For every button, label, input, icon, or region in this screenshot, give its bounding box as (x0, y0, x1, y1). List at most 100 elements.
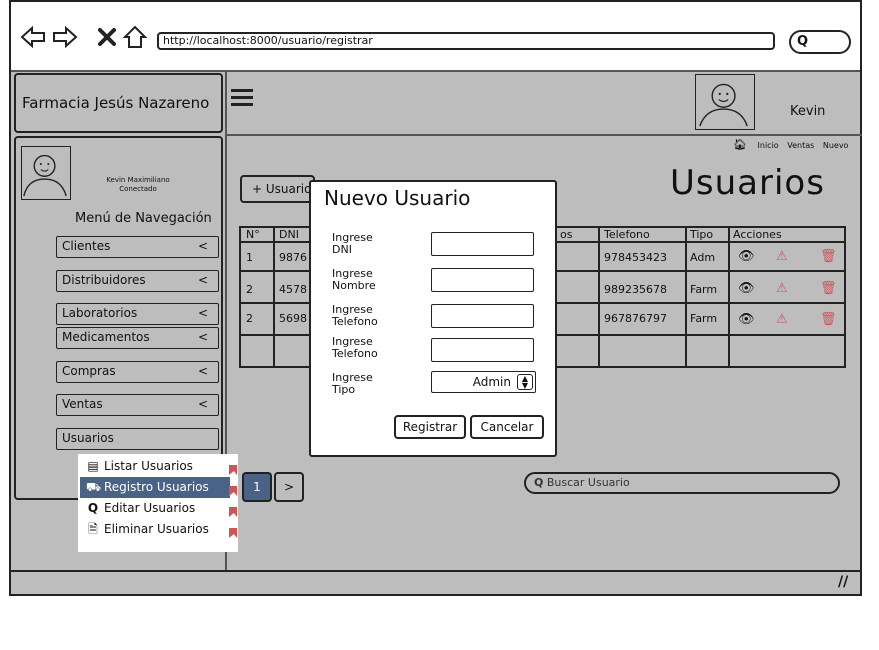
chevron-left-icon: < (197, 273, 208, 287)
submenu-listar-usuarios[interactable]: ▤ Listar Usuarios (80, 456, 230, 477)
nombre-input[interactable] (431, 268, 534, 292)
sidebar-item-compras[interactable]: Compras < (56, 361, 219, 383)
stop-x-icon[interactable] (94, 24, 120, 50)
browser-search-button[interactable]: Q (789, 30, 851, 54)
submenu-label: Editar Usuarios (104, 501, 196, 515)
telefono-label: Ingrese Telefono (332, 304, 378, 328)
submenu-editar-usuarios[interactable]: Q Editar Usuarios (80, 498, 230, 519)
column-header-acciones[interactable]: Acciones (733, 228, 782, 241)
page-title: Usuarios (670, 163, 825, 203)
select-arrows-icon: ▲ ▼ (517, 374, 533, 390)
cell-n: 2 (246, 283, 253, 296)
search-placeholder: Buscar Usuario (546, 476, 630, 489)
cell-tipo: Farm (690, 312, 718, 325)
submenu-label: Registro Usuarios (104, 480, 209, 494)
sidebar-item-ventas[interactable]: Ventas < (56, 394, 219, 416)
dni-input[interactable] (431, 232, 534, 256)
sidebar-item-label: Clientes (62, 239, 111, 253)
status-bar (11, 570, 860, 594)
tipo-select[interactable]: Admin ▲ ▼ (431, 371, 536, 393)
edit-warning-icon[interactable]: ⚠ (776, 281, 788, 296)
register-button[interactable]: Registrar (394, 415, 466, 439)
search-icon: Q (87, 501, 99, 515)
header-username[interactable]: Kevin (790, 104, 825, 119)
cell-dni: 4578 (279, 283, 307, 296)
sidebar-user: Kevin Maximiliano Conectado (78, 176, 198, 194)
submenu-label: Eliminar Usuarios (104, 522, 209, 536)
cart-icon: ⛟ (86, 480, 102, 494)
list-icon: ▤ (87, 459, 99, 473)
sidebar-item-laboratorios[interactable]: Laboratorios < (56, 303, 219, 325)
sidebar-item-distribuidores[interactable]: Distribuidores < (56, 270, 219, 292)
sidebar-item-label: Medicamentos (62, 330, 150, 344)
table-divider (685, 226, 687, 368)
dni-label: Ingrese DNI (332, 232, 373, 256)
sidebar-avatar (21, 146, 71, 200)
cell-tipo: Adm (690, 251, 716, 264)
telefono2-input[interactable] (431, 338, 534, 362)
tipo-selected-value: Admin (472, 375, 511, 389)
sidebar-item-clientes[interactable]: Clientes < (56, 236, 219, 258)
view-eye-icon[interactable]: 👁︎ (738, 312, 755, 327)
url-bar[interactable]: http://localhost:8000/usuario/registrar (157, 32, 775, 50)
sidebar-item-label: Usuarios (62, 431, 114, 445)
cancel-button[interactable]: Cancelar (470, 415, 544, 439)
user-search-input[interactable]: Q Buscar Usuario (524, 472, 840, 494)
chevron-left-icon: < (197, 397, 208, 411)
search-icon: Q (797, 34, 809, 49)
add-user-button[interactable]: + Usuario (240, 175, 315, 203)
cell-telefono: 967876797 (604, 312, 667, 325)
resize-grip-icon[interactable]: // (838, 574, 848, 590)
column-header-dni[interactable]: DNI (279, 228, 299, 241)
cell-n: 2 (246, 312, 253, 325)
breadcrumb-ventas[interactable]: Ventas (787, 141, 814, 150)
forward-arrow-icon[interactable] (52, 24, 78, 50)
view-eye-icon[interactable]: 👁︎ (738, 249, 755, 264)
column-header-n[interactable]: N° (246, 228, 260, 241)
hamburger-menu-icon[interactable] (231, 85, 253, 107)
chevron-left-icon: < (197, 306, 208, 320)
pagination-next[interactable]: > (274, 472, 304, 502)
divider (225, 134, 862, 136)
cell-n: 1 (246, 251, 253, 264)
column-header-apellidos[interactable]: os (560, 228, 572, 241)
edit-warning-icon[interactable]: ⚠ (776, 312, 788, 327)
column-header-telefono[interactable]: Telefono (604, 228, 650, 241)
cell-dni: 9876 (279, 251, 307, 264)
home-icon[interactable]: 🏠︎ (733, 138, 747, 151)
back-arrow-icon[interactable] (20, 24, 46, 50)
breadcrumb-inicio[interactable]: Inicio (758, 141, 779, 150)
table-divider (273, 226, 275, 368)
cell-tipo: Farm (690, 283, 718, 296)
modal-title: Nuevo Usuario (324, 186, 471, 210)
cell-dni: 5698 (279, 312, 307, 325)
submenu-eliminar-usuarios[interactable]: 🗎 Eliminar Usuarios (80, 519, 230, 540)
delete-trash-icon[interactable]: 🗑︎ (820, 312, 837, 327)
label-line: Tipo (332, 383, 356, 396)
edit-warning-icon[interactable]: ⚠ (776, 249, 788, 264)
divider (11, 70, 860, 72)
sidebar-item-medicamentos[interactable]: Medicamentos < (56, 327, 219, 349)
label-line: Telefono (332, 315, 378, 328)
nombre-label: Ingrese Nombre (332, 268, 376, 292)
submenu-registro-usuarios[interactable]: ⛟ Registro Usuarios (80, 477, 230, 498)
pagination-current[interactable]: 1 (242, 472, 272, 502)
breadcrumb-nuevo[interactable]: Nuevo (823, 141, 849, 150)
label-line: DNI (332, 243, 352, 256)
cell-telefono: 989235678 (604, 283, 667, 296)
sidebar-item-label: Laboratorios (62, 306, 138, 320)
delete-trash-icon[interactable]: 🗑︎ (820, 281, 837, 296)
telefono2-label: Ingrese Telefono (332, 336, 378, 360)
menu-heading: Menú de Navegación (75, 211, 212, 226)
view-eye-icon[interactable]: 👁︎ (738, 281, 755, 296)
table-divider (598, 226, 600, 368)
user-avatar[interactable] (695, 74, 755, 130)
home-icon[interactable] (122, 24, 148, 50)
sidebar-item-usuarios[interactable]: Usuarios (56, 428, 219, 450)
delete-trash-icon[interactable]: 🗑︎ (820, 249, 837, 264)
search-icon: Q (534, 476, 544, 489)
sidebar-user-name: Kevin Maximiliano (106, 176, 170, 184)
telefono-input[interactable] (431, 304, 534, 328)
column-header-tipo[interactable]: Tipo (690, 228, 713, 241)
brand-title[interactable]: Farmacia Jesús Nazareno (14, 73, 223, 133)
